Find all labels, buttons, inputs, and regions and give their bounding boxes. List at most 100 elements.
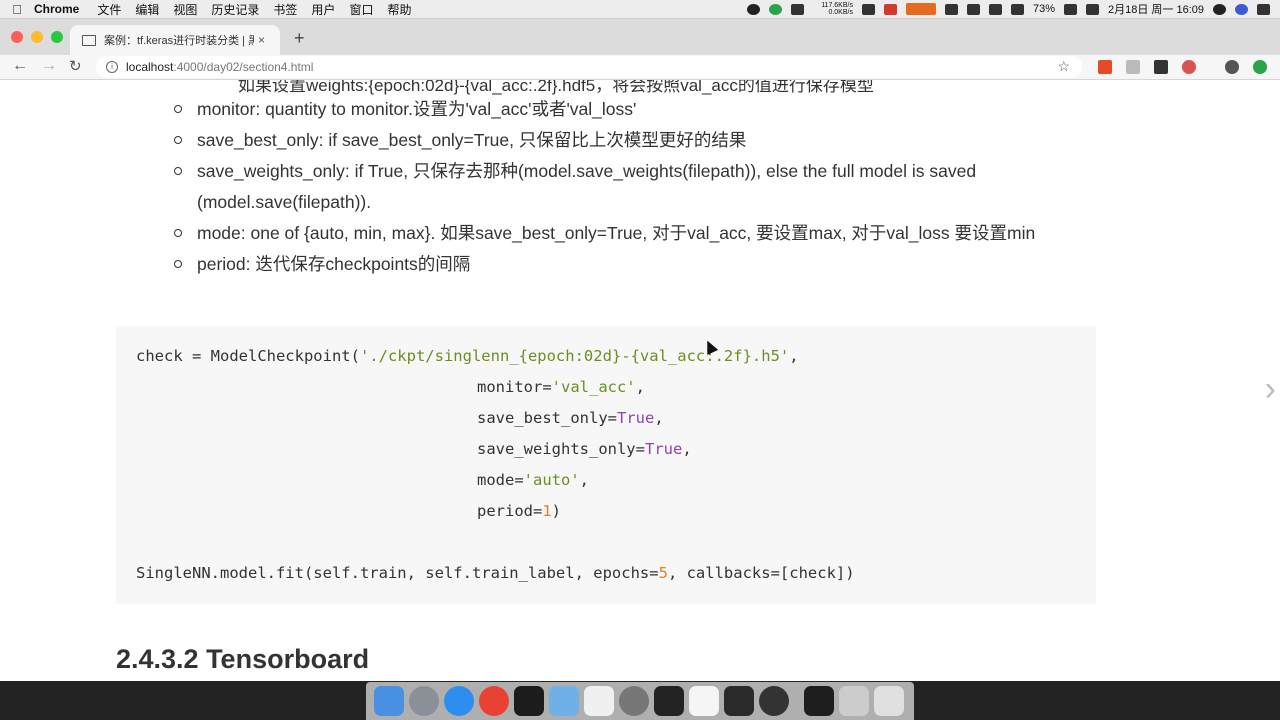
extension-green-icon[interactable]	[1253, 60, 1267, 74]
page-content: 如果设置weights:{epoch:02d}-{val_acc:.2f}.hd…	[0, 80, 1280, 681]
book-icon	[82, 34, 96, 46]
net-up: 117.6KB/s	[821, 2, 853, 9]
code-line-2: monitor='val_acc',	[477, 378, 645, 396]
param-list: monitor: quantity to monitor.设置为'val_acc…	[170, 94, 1110, 280]
menu-help[interactable]: 帮助	[387, 1, 411, 18]
back-arrow-icon[interactable]: ←	[12, 57, 28, 75]
forward-arrow-icon[interactable]: →	[41, 57, 57, 75]
menu-view[interactable]: 视图	[173, 1, 197, 18]
menu-bookmarks[interactable]: 书签	[273, 1, 297, 18]
chrome-icon[interactable]	[479, 686, 509, 716]
menu-window[interactable]: 窗口	[349, 1, 373, 18]
volume-icon[interactable]	[1010, 3, 1024, 15]
app-menu-chrome[interactable]: Chrome	[34, 2, 79, 16]
menu-history[interactable]: 历史记录	[211, 1, 259, 18]
code-text: ,	[635, 378, 645, 396]
tray-app-icon[interactable]	[746, 3, 760, 15]
sketch-icon[interactable]	[584, 686, 614, 716]
url-host: localhost	[126, 60, 174, 74]
scanner-icon[interactable]	[839, 686, 869, 716]
tab-active[interactable]: 案例：tf.keras进行时装分类 | 黑 ×	[70, 25, 280, 55]
notification-center-icon[interactable]	[1257, 3, 1270, 15]
code-number: 1	[542, 502, 552, 520]
terminal-icon[interactable]	[654, 686, 684, 716]
docker-icon[interactable]	[944, 3, 958, 15]
bookmark-star-icon[interactable]: ☆	[1057, 58, 1070, 75]
trash-icon[interactable]	[874, 686, 904, 716]
list-item-period: period: 迭代保存checkpoints的间隔	[170, 249, 1110, 280]
url-text[interactable]: localhost:4000/day02/section4.html	[126, 60, 313, 74]
typora-icon[interactable]	[689, 686, 719, 716]
iterm-icon[interactable]	[724, 686, 754, 716]
code-number: 5	[658, 564, 668, 582]
reload-icon[interactable]: ↻	[69, 57, 82, 75]
code-text: ,	[789, 347, 799, 365]
tab-strip: 案例：tf.keras进行时装分类 | 黑 × +	[0, 19, 1280, 55]
new-tab-button[interactable]: +	[294, 28, 305, 49]
menu-file[interactable]: 文件	[97, 1, 121, 18]
input-method-icon[interactable]	[1086, 3, 1099, 15]
tab-close-icon[interactable]: ×	[258, 33, 265, 47]
code-text: ,	[654, 409, 664, 427]
minimize-window-icon[interactable]	[31, 31, 43, 43]
preview-icon[interactable]	[549, 686, 579, 716]
code-text: period=	[477, 502, 543, 520]
code-text: , callbacks=[check])	[667, 564, 855, 582]
network-speed: 117.6KB/s 0.0KB/s	[813, 2, 853, 16]
code-block: check = ModelCheckpoint('./ckpt/singlenn…	[116, 326, 1096, 604]
wifi-icon[interactable]	[988, 3, 1002, 15]
code-line-1: check = ModelCheckpoint('./ckpt/singlenn…	[136, 347, 799, 365]
code-string: 'val_acc'	[551, 378, 636, 396]
screen-icon[interactable]	[804, 686, 834, 716]
pycharm-icon[interactable]	[514, 686, 544, 716]
record-icon[interactable]	[883, 3, 897, 15]
code-text: )	[551, 502, 562, 520]
url-path: :4000/day02/section4.html	[173, 60, 314, 74]
code-text: ,	[682, 440, 692, 458]
code-keyword: True	[616, 409, 655, 427]
finder-icon[interactable]	[374, 686, 404, 716]
profile-avatar[interactable]	[1225, 60, 1239, 74]
menu-people[interactable]: 用户	[311, 1, 335, 18]
zoom-window-icon[interactable]	[51, 31, 63, 43]
launchpad-icon[interactable]	[409, 686, 439, 716]
obs-icon[interactable]	[759, 686, 789, 716]
clock[interactable]: 2月18日 周一 16:09	[1108, 1, 1204, 17]
extension-shield-icon[interactable]	[1182, 60, 1196, 74]
code-line-5: mode='auto',	[477, 471, 589, 489]
spotlight-icon[interactable]	[1213, 3, 1226, 15]
code-text: save_weights_only=	[477, 440, 645, 458]
address-bar[interactable]: i localhost:4000/day02/section4.html ☆	[96, 56, 1082, 78]
code-text: check = ModelCheckpoint(	[136, 347, 360, 365]
list-item-save-weights-only: save_weights_only: if True, 只保存去那种(model…	[170, 156, 1110, 218]
battery-icon[interactable]	[1064, 3, 1077, 15]
battery-monitor-icon[interactable]	[861, 3, 875, 15]
mac-menubar:  Chrome 文件 编辑 视图 历史记录 书签 用户 窗口 帮助 117.6…	[0, 0, 1280, 19]
next-page-arrow-icon[interactable]: ›	[1265, 370, 1276, 409]
extension-x-icon[interactable]	[1154, 60, 1168, 74]
scissors-icon[interactable]	[966, 3, 980, 15]
code-text: mode=	[477, 471, 524, 489]
apple-icon[interactable]: 	[0, 2, 34, 17]
cpu-graph-icon[interactable]	[905, 3, 936, 15]
siri-icon[interactable]	[1235, 3, 1248, 15]
info-icon[interactable]: i	[106, 61, 118, 73]
tray-update-icon[interactable]	[768, 3, 782, 15]
menu-edit[interactable]: 编辑	[135, 1, 159, 18]
extension-cursor-icon[interactable]	[1126, 60, 1140, 74]
tab-title: 案例：tf.keras进行时装分类 | 黑	[104, 35, 254, 47]
list-item-mode: mode: one of {auto, min, max}. 如果save_be…	[170, 218, 1110, 249]
telegram-icon[interactable]	[790, 3, 804, 15]
window-controls	[11, 31, 63, 43]
system-preferences-icon[interactable]	[619, 686, 649, 716]
code-text: ,	[579, 471, 590, 489]
code-keyword: True	[644, 440, 683, 458]
section-heading: 2.4.3.2 Tensorboard	[116, 644, 370, 674]
close-window-icon[interactable]	[11, 31, 23, 43]
code-string: 'auto'	[523, 471, 580, 489]
code-text: SingleNN.model.fit(self.train, self.trai…	[136, 564, 659, 582]
safari-icon[interactable]	[444, 686, 474, 716]
battery-percent[interactable]: 73%	[1033, 3, 1055, 15]
code-text: monitor=	[477, 378, 552, 396]
extension-grid-icon[interactable]	[1098, 60, 1112, 74]
